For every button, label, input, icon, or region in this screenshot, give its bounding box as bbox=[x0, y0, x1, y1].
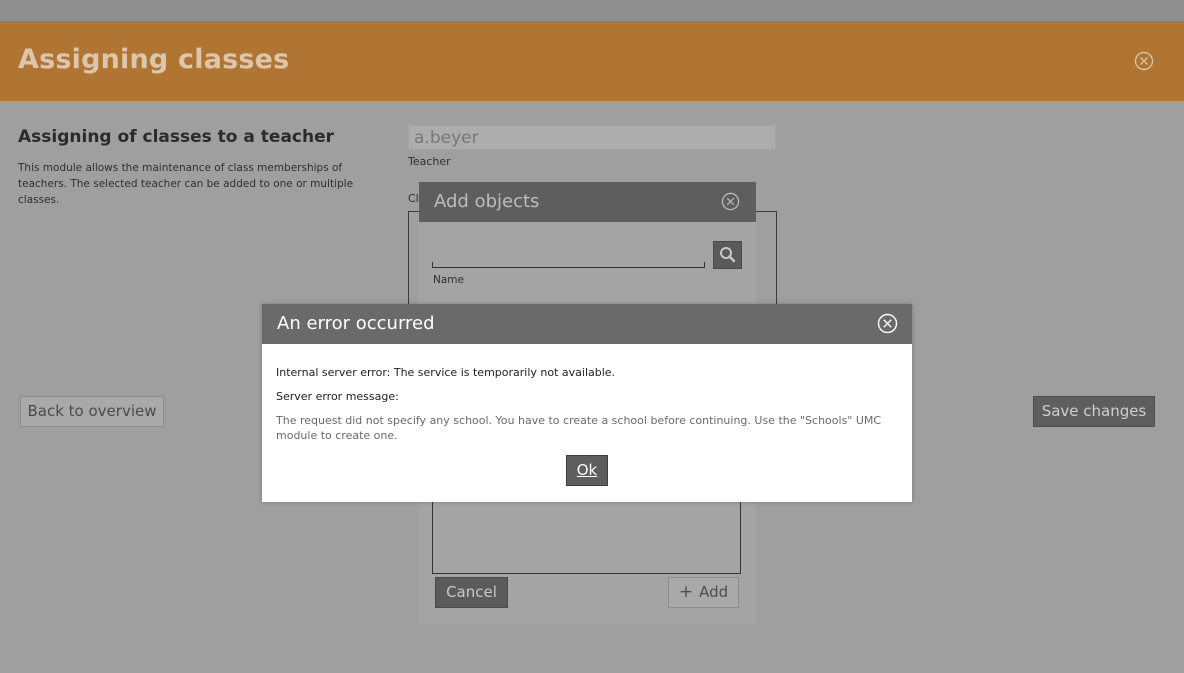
close-icon[interactable] bbox=[1134, 51, 1154, 71]
add-objects-title: Add objects bbox=[434, 191, 540, 212]
search-input[interactable] bbox=[432, 262, 705, 268]
error-message-text: The request did not specify any school. … bbox=[276, 414, 882, 442]
error-message-label: Server error message: bbox=[276, 390, 399, 403]
section-description: This module allows the maintenance of cl… bbox=[18, 162, 354, 206]
ok-button[interactable]: Ok bbox=[566, 455, 608, 486]
name-label: Name bbox=[433, 274, 464, 286]
teacher-field[interactable]: a.beyer bbox=[408, 125, 776, 150]
top-strip bbox=[0, 0, 1184, 21]
add-button-label: Add bbox=[699, 583, 729, 601]
close-icon[interactable] bbox=[721, 192, 740, 211]
teacher-label: Teacher bbox=[408, 155, 451, 168]
search-button[interactable] bbox=[713, 241, 742, 269]
plus-icon: + bbox=[678, 582, 694, 602]
save-changes-button[interactable]: Save changes bbox=[1033, 396, 1155, 427]
add-objects-header: Add objects bbox=[419, 182, 756, 222]
error-summary: Internal server error: The service is te… bbox=[276, 366, 616, 379]
close-icon[interactable] bbox=[877, 313, 898, 334]
error-dialog: An error occurred Internal server error:… bbox=[262, 304, 912, 502]
search-icon bbox=[720, 247, 736, 263]
error-dialog-title: An error occurred bbox=[277, 313, 435, 334]
objects-list[interactable] bbox=[432, 500, 741, 574]
module-title: Assigning classes bbox=[18, 44, 290, 75]
error-dialog-header: An error occurred bbox=[262, 304, 912, 344]
cancel-button[interactable]: Cancel bbox=[435, 577, 508, 608]
classes-label: Classes bbox=[408, 192, 418, 205]
section-title: Assigning of classes to a teacher bbox=[18, 127, 335, 147]
add-button[interactable]: + Add bbox=[668, 577, 739, 608]
back-to-overview-button[interactable]: Back to overview bbox=[20, 396, 164, 427]
